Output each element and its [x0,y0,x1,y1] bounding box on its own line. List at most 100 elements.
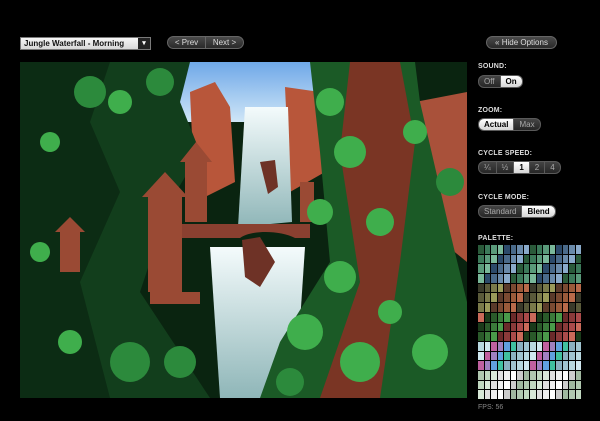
prev-button[interactable]: < Prev [167,36,206,49]
speed-quarter-option[interactable]: ¼ [478,161,497,174]
palette-swatch [536,341,542,351]
palette-swatch [484,322,490,332]
palette-swatch [497,341,503,351]
speed-2-option[interactable]: 2 [529,161,546,174]
palette-swatch [536,361,542,370]
palette-swatch [497,264,503,274]
palette-swatch [523,293,529,303]
palette-swatch [497,312,503,322]
palette-swatch [536,254,542,264]
palette-swatch [575,264,581,274]
zoom-max-option[interactable]: Max [514,118,541,131]
palette-swatch [569,390,575,399]
palette-swatch [478,293,484,303]
palette-swatch [569,274,575,283]
palette-swatch [491,341,497,351]
palette-swatch [536,312,542,322]
scene-canvas[interactable] [20,62,467,398]
palette-swatch [484,274,490,283]
palette-swatch [497,245,503,254]
palette-swatch [530,351,536,361]
palette-swatch [549,341,555,351]
scene-pager: < Prev Next > [167,36,244,50]
palette-swatch [530,274,536,283]
palette-swatch [517,322,523,332]
palette-swatch [530,332,536,341]
palette-swatch [562,245,568,254]
palette-swatch [523,274,529,283]
palette-swatch [549,312,555,322]
palette-swatch [569,293,575,303]
palette-label: PALETTE: [478,235,514,242]
palette-swatch [575,380,581,390]
palette-swatch [517,293,523,303]
palette-swatch [543,380,549,390]
palette-swatch [556,341,562,351]
palette-swatch [530,341,536,351]
palette-swatch [562,264,568,274]
palette-swatch [523,245,529,254]
palette-swatch [478,322,484,332]
palette-swatch [497,370,503,380]
palette-swatch [478,380,484,390]
sound-on-option[interactable]: On [500,75,523,88]
palette-swatch [504,245,510,254]
palette-swatch [478,283,484,293]
hide-options-button[interactable]: « Hide Options [486,36,557,49]
speed-1-option[interactable]: 1 [514,161,530,174]
palette-swatch [536,332,542,341]
palette-swatch [504,264,510,274]
palette-swatch [517,370,523,380]
palette-swatch [510,245,516,254]
sound-off-option[interactable]: Off [478,75,501,88]
zoom-actual-option[interactable]: Actual [478,118,515,131]
mode-standard-option[interactable]: Standard [478,205,523,218]
palette-swatch [543,245,549,254]
palette-swatch [536,322,542,332]
palette-swatch [556,303,562,312]
palette-swatch [478,303,484,312]
palette-swatch [549,361,555,370]
palette-swatch [543,370,549,380]
palette-swatch [497,303,503,312]
palette-swatch [530,293,536,303]
palette-swatch [484,341,490,351]
palette-swatch [569,322,575,332]
palette-swatch [575,361,581,370]
palette-swatch [536,303,542,312]
palette-swatch [562,341,568,351]
palette-swatch [478,370,484,380]
palette-swatch [530,264,536,274]
palette-swatch [536,370,542,380]
palette-swatch [569,332,575,341]
palette-swatch [491,245,497,254]
palette-swatch [562,361,568,370]
palette-swatch [497,351,503,361]
palette-swatch [569,351,575,361]
palette-swatch [517,341,523,351]
palette-swatch [510,341,516,351]
palette-swatch [497,254,503,264]
palette-swatch [517,380,523,390]
palette-swatch [491,312,497,322]
palette-swatch [556,254,562,264]
mode-blend-option[interactable]: Blend [522,205,556,218]
palette-swatch [556,390,562,399]
palette-swatch [491,264,497,274]
palette-swatch [543,254,549,264]
palette-swatch [556,245,562,254]
palette-swatch [562,283,568,293]
cycle-mode-label: CYCLE MODE: [478,194,530,201]
speed-half-option[interactable]: ½ [496,161,515,174]
palette-swatch [575,293,581,303]
palette-swatch [556,370,562,380]
scene-select[interactable]: Jungle Waterfall - Morning ▾ [20,37,151,50]
next-button[interactable]: Next > [206,36,244,49]
palette-swatch [510,303,516,312]
palette-swatch [504,254,510,264]
palette-swatch [484,245,490,254]
palette-swatch [536,351,542,361]
palette-swatch [575,283,581,293]
speed-4-option[interactable]: 4 [545,161,561,174]
palette-swatch [510,361,516,370]
